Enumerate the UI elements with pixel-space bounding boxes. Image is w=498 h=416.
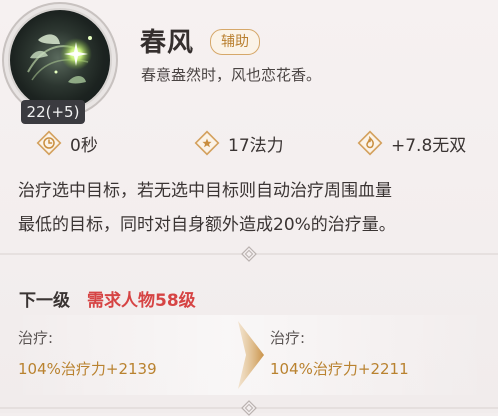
skill-icon-container: 22(+5) [8, 8, 112, 124]
mana-cost-value: 17法力 [228, 135, 284, 156]
description-line: 治疗选中目标，若无选中目标则自动治疗周围血量 [18, 181, 392, 201]
skill-description: 治疗选中目标，若无选中目标则自动治疗周围血量 最低的目标，同时对自身额外造成20… [18, 174, 488, 242]
skill-type-tag: 辅助 [210, 29, 260, 55]
next-level-title: 下一级 [19, 291, 70, 311]
musou-value: +7.8无双 [391, 135, 467, 156]
skill-quote: 春意盎然时，风也恋花香。 [141, 66, 322, 84]
current-heal-value: 104%治疗力+2139 [18, 360, 157, 378]
skill-level-badge: 22(+5) [21, 100, 85, 124]
next-heal-label: 治疗: [270, 329, 306, 347]
level-compare-box: 治疗: 104%治疗力+2139 治疗: 104%治疗力+2211 [12, 315, 490, 395]
section-divider [0, 246, 498, 262]
next-level-requirement: 需求人物58级 [87, 291, 196, 311]
flame-icon [357, 130, 383, 156]
cooldown-stat: 0秒 [36, 126, 98, 160]
cooldown-value: 0秒 [70, 135, 98, 156]
section-divider [0, 400, 498, 416]
spring-wind-icon [27, 34, 92, 84]
skill-stats-row: 0秒 17法力 +7.8无双 [0, 126, 498, 160]
musou-stat: +7.8无双 [357, 126, 466, 160]
star-icon [194, 130, 220, 156]
clock-icon [36, 130, 62, 156]
description-line: 最低的目标，同时对自身额外造成20%的治疗量。 [18, 215, 396, 235]
skill-detail-panel: 22(+5) 春风 辅助 春意盎然时，风也恋花香。 0秒 17法力 +7.8无双… [0, 0, 498, 416]
next-heal-value: 104%治疗力+2211 [270, 360, 409, 378]
mana-cost-stat: 17法力 [194, 126, 284, 160]
upgrade-arrow-icon [238, 321, 264, 389]
current-heal-label: 治疗: [18, 329, 54, 347]
skill-name: 春风 [140, 28, 195, 58]
skill-icon [8, 8, 112, 112]
